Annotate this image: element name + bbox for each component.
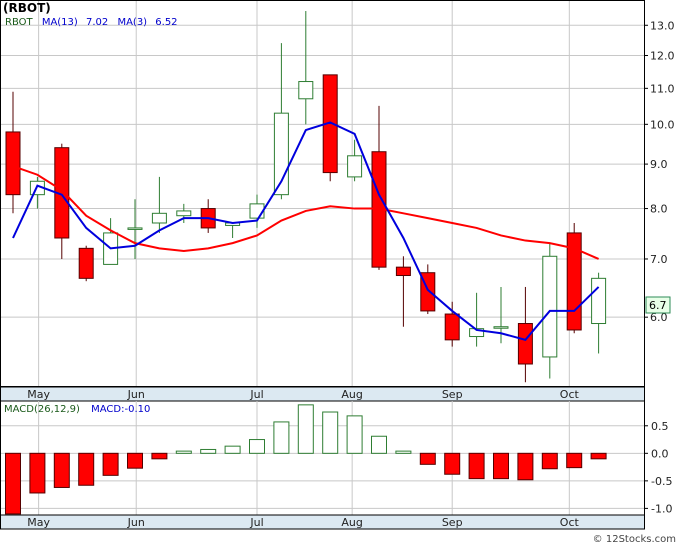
candle-body-down: [517, 323, 533, 365]
macd-bar-negative: [590, 452, 607, 460]
macd-bar-negative: [127, 452, 143, 469]
macd-panel: 0.50.0-0.5-1.0 MACD(26,12,9) MACD:-0.10 …: [0, 400, 672, 530]
macd-bar-negative: [493, 452, 509, 480]
candle-body-up: [542, 255, 558, 358]
last-price-tag-text: 6.7: [649, 299, 667, 312]
macd-bar-positive: [175, 450, 192, 454]
macd-bar-negative: [566, 452, 583, 469]
macd-bar-positive: [224, 445, 241, 454]
month-label: Aug: [341, 516, 362, 529]
candle: [78, 245, 94, 282]
macd-tick-label: 0.0: [651, 447, 669, 460]
price-panel: 6.07.08.09.010.011.012.013.0 (RBOT) RBOT…: [0, 0, 675, 402]
legend-ma13-label: MA(13): [42, 17, 78, 28]
month-label: Sep: [442, 516, 463, 529]
price-tick-label: 12.0: [650, 49, 675, 62]
last-price-tag: 6.7: [645, 296, 671, 314]
macd-bar-negative: [151, 452, 168, 460]
macd-bar-positive: [273, 421, 290, 454]
price-tick-label: 8.0: [650, 203, 668, 216]
macd-bar-negative: [53, 452, 70, 488]
macd-bar-negative: [29, 452, 46, 494]
month-label: Jun: [127, 516, 145, 529]
candle-body-up: [151, 212, 167, 224]
macd-bar-positive: [249, 439, 265, 454]
macd-legend-label: MACD(26,12,9): [4, 404, 80, 415]
candle-body-up: [298, 81, 314, 100]
macd-bar-positive: [371, 435, 387, 454]
candle-body-up: [347, 155, 363, 178]
macd-bar-negative: [468, 452, 485, 480]
macd-bar-negative: [78, 452, 95, 486]
macd-bar-negative: [517, 452, 534, 481]
macd-bar-negative: [102, 452, 119, 476]
candle: [566, 222, 582, 334]
month-label: Sep: [442, 388, 463, 401]
price-tick-label: 10.0: [650, 118, 675, 131]
stock-chart: 6.07.08.09.010.011.012.013.0 (RBOT) RBOT…: [0, 0, 676, 545]
price-tick-label: 11.0: [650, 82, 675, 95]
month-label: Jun: [127, 388, 145, 401]
candle-body-down: [78, 247, 94, 279]
macd-bar-positive: [297, 404, 314, 454]
price-y-axis: 6.07.08.09.010.011.012.013.0: [644, 19, 675, 324]
candle-body-up: [493, 326, 509, 329]
month-axis-bar-bottom: [0, 514, 645, 530]
month-label: May: [27, 516, 50, 529]
legend-ma13-value: 7.02: [86, 17, 108, 28]
watermark: © 12Stocks.com: [593, 534, 676, 545]
macd-bar-negative: [5, 452, 21, 515]
legend-symbol: RBOT: [5, 17, 34, 28]
month-label: Oct: [560, 388, 580, 401]
month-label: Jul: [249, 388, 263, 401]
macd-tick-label: -0.5: [651, 475, 672, 488]
candle-body-down: [395, 266, 411, 277]
macd-legend-value: MACD:-0.10: [91, 404, 150, 415]
chart-title: (RBOT): [3, 1, 51, 15]
candle-body-down: [444, 313, 460, 341]
macd-bar-positive: [346, 415, 363, 454]
macd-tick-label: 0.5: [651, 420, 669, 433]
macd-bar-positive: [322, 411, 339, 454]
month-label: Aug: [341, 388, 362, 401]
macd-y-axis: 0.5 0.0 -0.5 -1.0: [644, 420, 672, 515]
candle-body-up: [176, 210, 192, 217]
month-axis-bar: [0, 386, 645, 402]
candle-body-down: [5, 131, 21, 196]
month-label: May: [27, 388, 50, 401]
macd-bar-negative: [419, 452, 436, 465]
macd-bar-positive: [200, 448, 217, 454]
candle-body-up: [127, 227, 143, 230]
candle-body-up: [591, 277, 607, 325]
legend-ma3-value: 6.52: [155, 17, 177, 28]
macd-bar-negative: [541, 452, 558, 470]
legend-ma3-label: MA(3): [117, 17, 147, 28]
price-tick-label: 9.0: [650, 158, 668, 171]
svg-text:MACD(26,12,9) MACD:-0.10: MACD(26,12,9) MACD:-0.10: [4, 404, 150, 415]
macd-tick-label: -1.0: [651, 502, 672, 515]
macd-bar-negative: [444, 452, 461, 475]
month-label: Jul: [249, 516, 263, 529]
price-tick-label: 7.0: [650, 253, 668, 266]
month-label: Oct: [560, 516, 580, 529]
price-tick-label: 13.0: [650, 19, 675, 32]
candle: [322, 74, 338, 182]
macd-bar-positive: [395, 450, 412, 454]
